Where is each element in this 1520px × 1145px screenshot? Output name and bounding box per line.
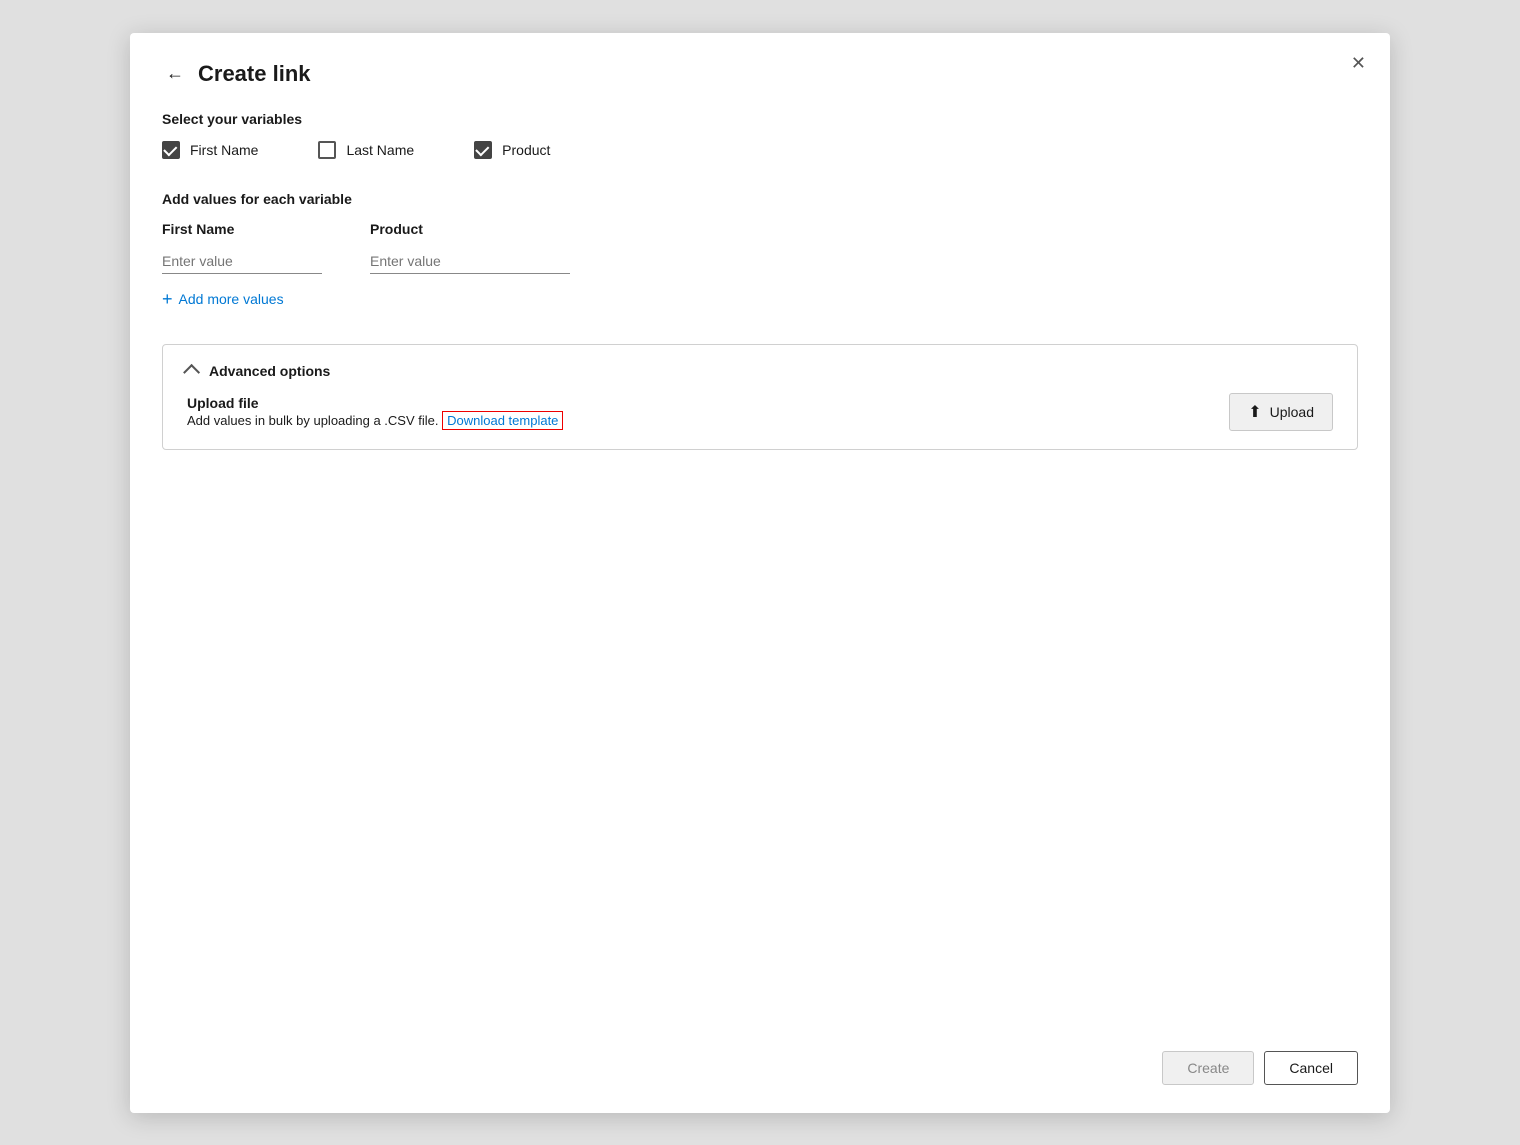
close-button[interactable]: ✕: [1351, 53, 1366, 74]
col-product: Product: [370, 221, 570, 237]
checkbox-first-name[interactable]: [162, 141, 180, 159]
inputs-row: [162, 249, 1358, 274]
chevron-up-icon: [183, 363, 200, 380]
create-link-dialog: ← Create link ✕ Select your variables Fi…: [130, 33, 1390, 1113]
checkbox-last-name[interactable]: [318, 141, 336, 159]
download-template-link[interactable]: Download template: [442, 411, 563, 430]
create-button[interactable]: Create: [1162, 1051, 1254, 1085]
advanced-options-section: Advanced options Upload file Add values …: [162, 344, 1358, 450]
variable-first-name: First Name: [162, 141, 258, 159]
col-first-name: First Name: [162, 221, 322, 237]
variable-last-name-label: Last Name: [346, 142, 414, 158]
upload-info: Upload file Add values in bulk by upload…: [187, 395, 563, 428]
upload-row: Upload file Add values in bulk by upload…: [187, 393, 1333, 431]
back-button[interactable]: ←: [162, 61, 188, 86]
upload-button-label: Upload: [1270, 404, 1314, 420]
advanced-options-label: Advanced options: [209, 363, 330, 379]
upload-button[interactable]: ⬆ Upload: [1229, 393, 1333, 431]
add-more-label: Add more values: [179, 291, 284, 307]
dialog-header: ← Create link: [162, 61, 1358, 87]
upload-desc-text: Add values in bulk by uploading a .CSV f…: [187, 413, 439, 428]
first-name-input[interactable]: [162, 249, 322, 274]
variable-product: Product: [474, 141, 550, 159]
add-more-plus-icon: +: [162, 290, 173, 308]
variables-section-title: Select your variables: [162, 111, 1358, 127]
upload-file-title: Upload file: [187, 395, 563, 411]
upload-file-desc: Add values in bulk by uploading a .CSV f…: [187, 413, 563, 428]
add-values-title: Add values for each variable: [162, 191, 1358, 207]
variable-first-name-label: First Name: [190, 142, 258, 158]
add-values-section: Add values for each variable First Name …: [162, 191, 1358, 308]
variable-product-label: Product: [502, 142, 550, 158]
dialog-footer: Create Cancel: [1162, 1051, 1358, 1085]
variables-row: First Name Last Name Product: [162, 141, 1358, 159]
columns-row: First Name Product: [162, 221, 1358, 237]
variable-last-name: Last Name: [318, 141, 414, 159]
add-more-values-button[interactable]: + Add more values: [162, 290, 284, 308]
checkbox-product[interactable]: [474, 141, 492, 159]
cancel-button[interactable]: Cancel: [1264, 1051, 1358, 1085]
dialog-title: Create link: [198, 61, 311, 87]
advanced-options-header[interactable]: Advanced options: [187, 363, 1333, 379]
upload-icon: ⬆: [1248, 402, 1261, 422]
product-input[interactable]: [370, 249, 570, 274]
